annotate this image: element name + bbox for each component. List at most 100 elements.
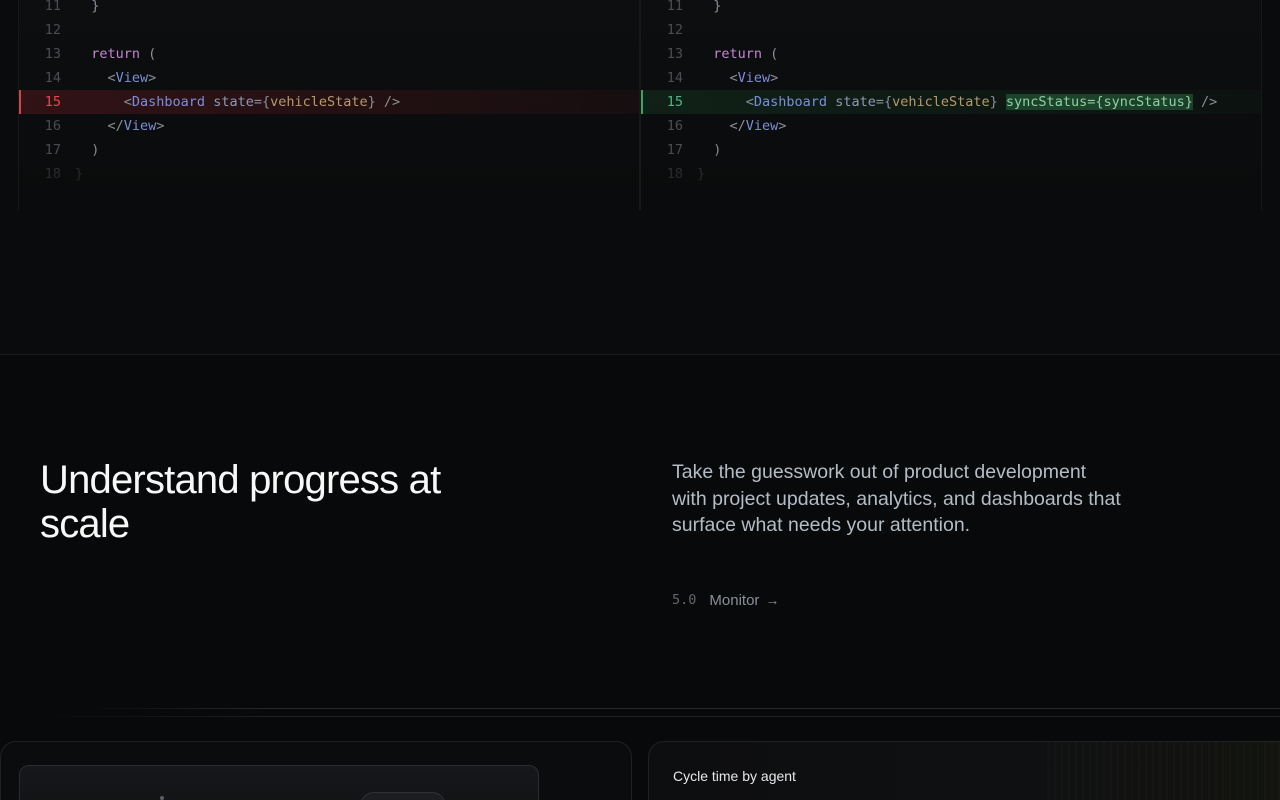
code-token: ={ [253,94,271,110]
code-token: vehicleState [270,94,368,110]
monitor-link[interactable]: 5.0 Monitor → [672,590,779,610]
diff-line: 14 <View> [641,66,1261,90]
monitor-link-label: Monitor [709,591,760,609]
feature-card-cycle-time: Cycle time by agent [648,741,1280,800]
code-token: </ [75,118,124,134]
code-token: Dashboard [753,94,828,110]
code-text: } [75,162,83,186]
code-token: ) [697,142,722,158]
diff-line: 12 [19,18,639,42]
code-token: return [91,46,141,62]
code-token: > [778,118,787,134]
code-token: ( [762,46,779,62]
preview-pill-button[interactable] [360,792,446,800]
diff-line: 17 ) [19,138,639,162]
chart-background-stripes [1047,742,1280,800]
line-number: 13 [44,46,61,62]
line-number: 15 [666,94,683,110]
code-text: } [697,162,705,186]
code-text: return ( [697,42,778,66]
line-number: 17 [44,142,61,158]
code-text: } [697,0,721,18]
code-token: > [770,70,779,86]
code-token: /> [1192,94,1218,110]
code-token: ) [75,142,100,158]
code-token: } [697,0,722,14]
line-number: 18 [44,166,61,182]
card-title: Cycle time by agent [673,768,796,784]
line-number: 14 [44,70,61,86]
code-text: <Dashboard state={vehicleState} syncStat… [697,90,1217,114]
code-token: View [123,118,157,134]
code-token: vehicleState [892,94,990,110]
line-number: 11 [44,0,61,14]
code-text: <View> [697,66,779,90]
code-text: return ( [75,42,156,66]
line-number: 16 [44,118,61,134]
code-token: ( [140,46,157,62]
code-token: ={ [875,94,893,110]
code-token: < [697,94,754,110]
section-heading: Understand progress at scale [40,458,441,546]
decorative-rule [80,708,1280,709]
code-token: > [156,118,165,134]
diff-line: 11 } [19,0,639,18]
diff-line: 11 } [641,0,1261,18]
code-token: return [713,46,763,62]
code-token: syncStatus={syncStatus} [1005,94,1193,110]
code-token: </ [697,118,746,134]
diff-pane-after: 11 } 12 13 return (14 <View> 15 <Dashboard … [640,0,1262,210]
diff-line: 14 <View> [19,66,639,90]
diff-line: 16 </View> [19,114,639,138]
line-number: 16 [666,118,683,134]
preview-panel [19,765,539,800]
diff-line: 16 </View> [641,114,1261,138]
code-token: < [75,94,132,110]
code-token: } [75,166,84,182]
code-token: } [697,166,706,182]
code-text: } [75,0,99,18]
section-number: 5.0 [672,592,697,608]
code-token: } [75,0,100,14]
code-text: </View> [75,114,165,138]
line-number: 17 [666,142,683,158]
status-dot-icon [160,796,164,800]
line-number: 12 [44,22,61,38]
feature-card-left [0,741,632,800]
code-diff-section: 11 } 12 13 return (14 <View> 15 <Dashboard … [0,0,1280,354]
code-token: < [697,70,738,86]
line-number: 18 [666,166,683,182]
diff-line-added: 15 <Dashboard state={vehicleState} syncS… [641,90,1261,114]
code-token: state [213,94,254,110]
code-token: View [115,70,149,86]
diff-line: 12 [641,18,1261,42]
section-description: Take the guesswork out of product develo… [672,461,1121,536]
line-number: 13 [666,46,683,62]
code-token: Dashboard [131,94,206,110]
code-token: } /> [367,94,401,110]
diff-line: 13 return ( [641,42,1261,66]
diff-line: 18} [19,162,639,186]
line-number: 12 [666,22,683,38]
diff-line: 18} [641,162,1261,186]
diff-pane-before: 11 } 12 13 return (14 <View> 15 <Dashboard … [18,0,640,210]
code-text: ) [75,138,99,162]
diff-line-removed: 15 <Dashboard state={vehicleState} /> [19,90,639,114]
section-divider [0,354,1280,355]
code-text: <Dashboard state={vehicleState} /> [75,90,400,114]
code-token: > [148,70,157,86]
decorative-rule [30,716,1280,717]
line-number: 15 [44,94,61,110]
line-number: 11 [666,0,683,14]
code-token: < [75,70,116,86]
code-token: state [835,94,876,110]
code-token: } [989,94,1006,110]
code-text: ) [697,138,721,162]
line-number: 14 [666,70,683,86]
code-text: </View> [697,114,787,138]
code-token: View [745,118,779,134]
